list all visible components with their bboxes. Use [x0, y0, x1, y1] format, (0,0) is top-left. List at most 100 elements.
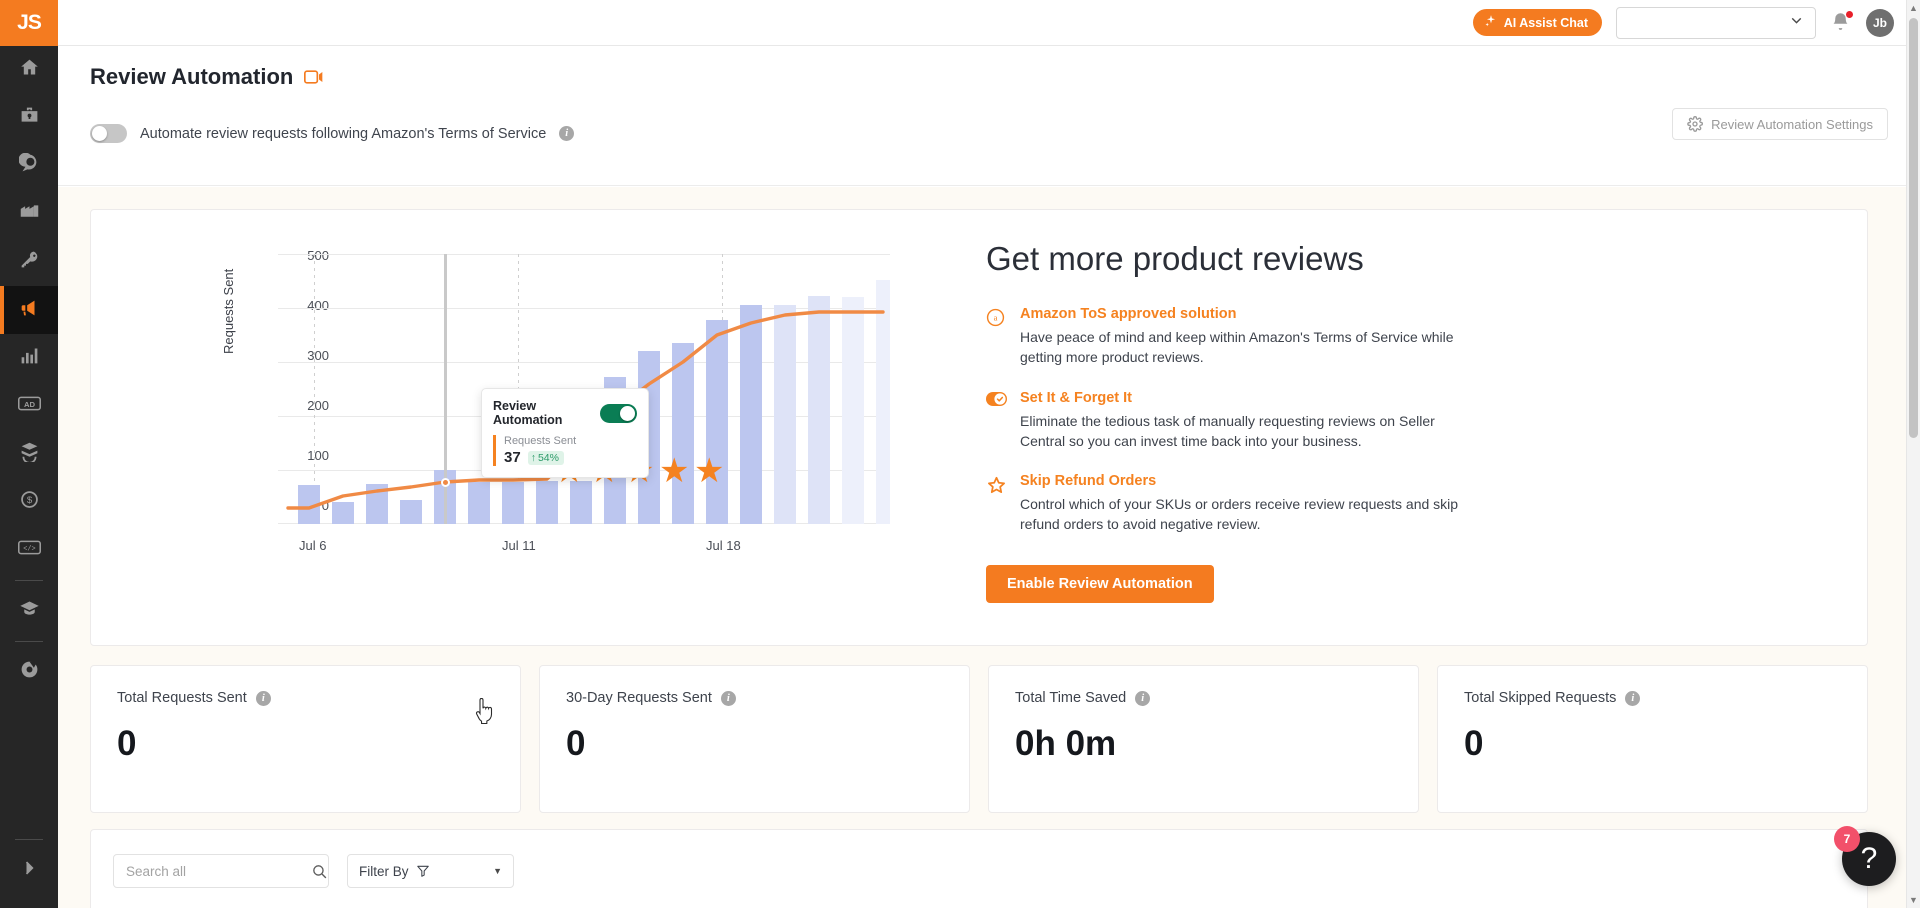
tooltip-value-row: 37 ↑ 54%	[504, 449, 637, 466]
sidebar-item-review-automation[interactable]	[0, 286, 58, 334]
sidebar-footer	[0, 833, 58, 908]
chevron-right-icon	[19, 858, 39, 883]
stat-header: Total Requests Sent i	[117, 690, 494, 706]
stat-card-30-day-requests-sent: 30-Day Requests Sent i 0	[539, 665, 970, 813]
sidebar-item-developer[interactable]: </>	[0, 526, 58, 574]
feature-title: Skip Refund Orders	[1020, 473, 1157, 490]
feature-body: Have peace of mind and keep within Amazo…	[1020, 329, 1454, 366]
stat-header: Total Skipped Requests i	[1464, 690, 1841, 706]
review-automation-settings-button[interactable]: Review Automation Settings	[1672, 108, 1888, 140]
notifications-button[interactable]	[1830, 9, 1854, 35]
toolbox-icon	[19, 105, 40, 131]
review-automation-settings-label: Review Automation Settings	[1711, 116, 1873, 132]
feature-item: a Amazon ToS approved solution Have peac…	[986, 306, 1506, 368]
page-header: Review Automation Automate review reques…	[58, 46, 1920, 186]
factory-icon	[19, 201, 40, 227]
toggle-check-icon	[986, 390, 1008, 452]
info-icon[interactable]: i	[1625, 690, 1641, 706]
tooltip-value: 37	[504, 449, 521, 466]
ai-assist-chat-label: AI Assist Chat	[1503, 15, 1588, 30]
sidebar-item-home[interactable]	[0, 46, 58, 94]
enable-review-automation-button[interactable]: Enable Review Automation	[986, 564, 1214, 603]
content-area: Requests Sent 500 400 300 200 100 0 ★ ★ …	[58, 187, 1920, 908]
feature-text: Amazon ToS approved solution Have peace …	[1020, 306, 1472, 368]
feature-body: Control which of your SKUs or orders rec…	[1020, 496, 1459, 533]
automation-toggle-label: Automate review requests following Amazo…	[140, 125, 547, 142]
stat-value: 0	[117, 724, 137, 763]
sidebar-item-extension[interactable]	[0, 648, 58, 696]
automation-toggle[interactable]	[90, 124, 127, 143]
avatar[interactable]: Jb	[1866, 8, 1894, 37]
caret-down-icon: ▼	[493, 866, 502, 876]
svg-text:$: $	[26, 495, 32, 506]
chart-tooltip: Review Automation Requests Sent 37 ↑ 54%	[481, 388, 649, 478]
stat-card-total-skipped-requests: Total Skipped Requests i 0	[1437, 665, 1868, 813]
scrollbar-up-arrow[interactable]: ▲	[1907, 0, 1920, 16]
feature-text: Set It & Forget It Eliminate the tedious…	[1020, 390, 1472, 452]
sidebar-divider-2	[15, 641, 43, 642]
sidebar-item-analytics[interactable]	[0, 334, 58, 382]
sparkle-icon	[1484, 14, 1498, 31]
promo-text: Get more product reviews a Amazon ToS ap…	[986, 240, 1506, 603]
chart-hover-point	[441, 478, 450, 487]
chevron-down-icon	[1788, 12, 1805, 34]
home-icon	[19, 57, 40, 83]
sidebar-item-opportunity-finder[interactable]	[0, 142, 58, 190]
sidebar-expand-button[interactable]	[0, 846, 58, 894]
tooltip-header: Review Automation	[493, 399, 637, 427]
star-outline-icon	[986, 473, 1008, 535]
info-icon[interactable]: i	[1135, 690, 1151, 706]
filter-by-dropdown[interactable]: Filter By ▼	[347, 854, 514, 888]
sidebar-item-keyword-scout[interactable]	[0, 238, 58, 286]
account-select[interactable]	[1616, 6, 1816, 39]
scrollbar-down-arrow[interactable]: ▼	[1907, 892, 1920, 908]
help-button[interactable]: ? 7	[1834, 826, 1896, 886]
app-logo[interactable]: JS	[0, 0, 58, 46]
sidebar-item-profits[interactable]: $	[0, 478, 58, 526]
code-icon: </>	[17, 538, 41, 562]
sidebar-item-advertising[interactable]: AD	[0, 382, 58, 430]
bar-chart-icon	[19, 345, 40, 371]
feature-text: Skip Refund Orders Control which of your…	[1020, 473, 1472, 535]
logo-text: JS	[17, 11, 42, 34]
sidebar-item-academy[interactable]	[0, 587, 58, 635]
tooltip-metric-label: Requests Sent	[504, 435, 577, 447]
tooltip-delta-value: 54%	[537, 451, 559, 464]
feature-item: Skip Refund Orders Control which of your…	[986, 473, 1506, 535]
ad-icon: AD	[17, 393, 41, 419]
video-icon[interactable]	[304, 69, 324, 85]
stat-label: Total Time Saved	[1015, 690, 1127, 706]
scrollbar-thumb[interactable]	[1909, 18, 1918, 438]
stat-value: 0	[566, 724, 586, 763]
title-row: Review Automation	[90, 64, 324, 90]
requests-sent-chart: Requests Sent 500 400 300 200 100 0 ★ ★ …	[221, 242, 941, 622]
search-icon[interactable]	[311, 863, 328, 880]
chart-x-tick: Jul 6	[299, 538, 327, 553]
amazon-a-circle-icon: a	[986, 306, 1008, 368]
tooltip-title: Review Automation	[493, 399, 563, 427]
mouse-cursor	[474, 697, 496, 729]
page-scrollbar[interactable]: ▲ ▼	[1906, 0, 1920, 908]
sidebar-item-product-database[interactable]	[0, 94, 58, 142]
info-icon[interactable]: i	[720, 690, 736, 706]
stat-card-total-time-saved: Total Time Saved i 0h 0m	[988, 665, 1419, 813]
sidebar-item-inventory[interactable]	[0, 430, 58, 478]
star-icon: ★	[694, 452, 725, 490]
search-box[interactable]	[113, 854, 329, 888]
stat-value: 0h 0m	[1015, 724, 1117, 763]
sidebar-divider	[15, 580, 43, 581]
info-icon[interactable]: i	[255, 690, 271, 706]
stat-header: 30-Day Requests Sent i	[566, 690, 943, 706]
search-input[interactable]	[124, 862, 305, 880]
toggle-knob	[620, 405, 635, 421]
sidebar-item-supplier-database[interactable]	[0, 190, 58, 238]
stat-label: Total Skipped Requests	[1464, 690, 1617, 706]
star-icon: ★	[659, 452, 690, 490]
feature-body: Eliminate the tedious task of manually r…	[1020, 412, 1435, 449]
tooltip-toggle[interactable]	[600, 403, 637, 423]
svg-text:AD: AD	[23, 400, 35, 409]
page-title: Review Automation	[90, 64, 294, 89]
tooltip-delta: ↑ 54%	[527, 450, 564, 465]
info-icon[interactable]: i	[559, 126, 575, 141]
ai-assist-chat-button[interactable]: AI Assist Chat	[1472, 9, 1602, 36]
